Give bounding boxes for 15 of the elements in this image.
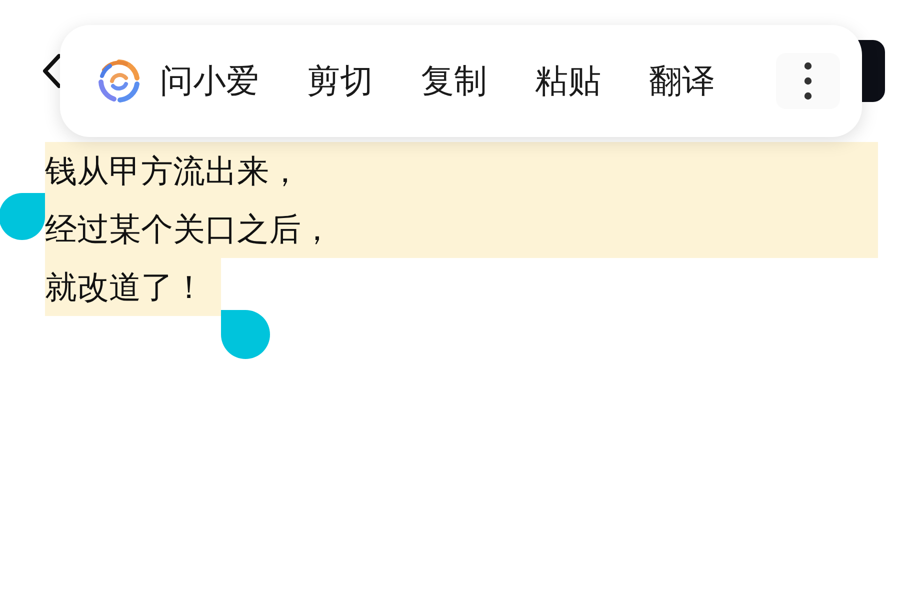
selection-end-handle-icon[interactable] (221, 310, 270, 359)
more-button[interactable] (776, 53, 840, 109)
menu-action[interactable]: 剪切 (307, 56, 373, 106)
swirl-logo-icon (96, 58, 142, 104)
menu-action[interactable]: 翻译 (649, 56, 715, 106)
selection-start-handle-icon[interactable] (0, 193, 45, 240)
more-vertical-icon (804, 62, 812, 100)
text-line: 经过某个关口之后， (45, 210, 333, 248)
assistant-button[interactable]: 问小爱 (96, 56, 259, 106)
assistant-label: 问小爱 (160, 60, 259, 102)
text-line: 就改道了！ (45, 268, 205, 306)
text-line: 钱从甲方流出来， (45, 152, 301, 190)
chevron-left-icon (42, 53, 62, 89)
menu-action[interactable]: 复制 (421, 56, 487, 106)
menu-action[interactable]: 粘贴 (535, 56, 601, 106)
